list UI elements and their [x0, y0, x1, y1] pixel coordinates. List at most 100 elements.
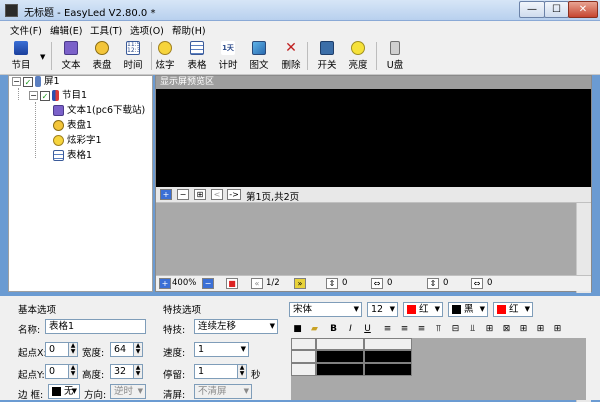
- x-spinner[interactable]: ▲ ▼: [69, 342, 78, 357]
- y-spinner[interactable]: ▲ ▼: [69, 364, 78, 379]
- maximize-button[interactable]: ☐: [544, 1, 569, 18]
- tree-node-table[interactable]: 表格1: [53, 149, 92, 163]
- toolbar-dial-button[interactable]: 表盘: [87, 39, 117, 73]
- minimize-button[interactable]: —: [519, 1, 545, 18]
- table-row-header[interactable]: [291, 350, 316, 363]
- stay-spinner[interactable]: ▲ ▼: [238, 364, 247, 379]
- toolbar-flash-text-button[interactable]: 炫字: [150, 39, 180, 73]
- toolbar-program-button[interactable]: 节目: [6, 39, 36, 73]
- stop-icon[interactable]: ■: [226, 278, 238, 289]
- align-icon[interactable]: ⇕: [427, 278, 439, 289]
- name-input[interactable]: 表格1: [45, 319, 146, 334]
- italic-button[interactable]: I: [344, 323, 357, 336]
- effect-select[interactable]: 连续左移 ▼: [194, 319, 278, 334]
- page-grid-button[interactable]: ⊞: [194, 189, 206, 200]
- menu-options[interactable]: 选项(O): [130, 23, 164, 37]
- table-col-header[interactable]: [316, 338, 364, 350]
- led-screen-preview[interactable]: [156, 89, 591, 187]
- checkbox[interactable]: ✓: [40, 90, 50, 101]
- valign-bottom-icon[interactable]: ⫫: [466, 323, 479, 336]
- checkbox[interactable]: ✓: [23, 76, 33, 87]
- title-bar: 无标题 - EasyLed V2.80.0 * — ☐ ✕: [0, 0, 600, 21]
- align-icon[interactable]: ⇕: [326, 278, 338, 289]
- smiley-icon: [53, 135, 64, 146]
- speed-select[interactable]: 1 ▼: [194, 342, 249, 357]
- collapse-toggle-icon[interactable]: −: [29, 91, 38, 100]
- border-color-select[interactable]: 红 ▼: [493, 302, 533, 317]
- speed-label: 速度:: [163, 348, 186, 359]
- table-cell[interactable]: [364, 363, 412, 376]
- toolbar-usb-button[interactable]: U盘: [380, 39, 410, 73]
- align-right-icon[interactable]: ≡: [415, 323, 428, 336]
- table-cell[interactable]: [316, 363, 364, 376]
- border-select[interactable]: 无 ▼: [48, 384, 80, 399]
- valign-top-icon[interactable]: ⫪: [432, 323, 445, 336]
- zoom-out-icon[interactable]: −: [202, 278, 214, 289]
- align-icon[interactable]: ⇔: [371, 278, 383, 289]
- program-dropdown-arrow-icon[interactable]: ▼: [40, 53, 45, 61]
- width-spinner[interactable]: ▲ ▼: [134, 342, 143, 357]
- menu-edit[interactable]: 编辑(E): [50, 23, 82, 37]
- next-page-icon[interactable]: »: [294, 278, 306, 289]
- bg-color-select[interactable]: 黑 ▼: [448, 302, 488, 317]
- dropdown-arrow-icon: ▼: [269, 322, 275, 330]
- bold-button[interactable]: B: [327, 323, 340, 336]
- direction-label: 方向:: [84, 390, 107, 401]
- table-row-header[interactable]: [291, 363, 316, 376]
- toolbar-image-text-button[interactable]: 图文: [244, 39, 274, 73]
- height-spinner[interactable]: ▲ ▼: [134, 364, 143, 379]
- table-col-header[interactable]: [364, 338, 412, 350]
- toolbar-text-button[interactable]: 文本: [56, 39, 86, 73]
- tree-node-dial[interactable]: 表盘1: [53, 119, 92, 133]
- name-label: 名称:: [18, 325, 41, 336]
- toolbar-brightness-button[interactable]: 亮度: [343, 39, 373, 73]
- power-icon: [320, 41, 334, 55]
- font-select[interactable]: 宋体 ▼: [289, 302, 362, 317]
- x-input[interactable]: 0: [45, 342, 69, 357]
- split-cells-icon[interactable]: ⊠: [500, 323, 513, 336]
- toolbar-power-button[interactable]: 开关: [312, 39, 342, 73]
- underline-button[interactable]: U: [361, 323, 374, 336]
- toolbar-time-button[interactable]: 11:5 12:3 时间: [118, 39, 148, 73]
- first-page-icon[interactable]: «: [251, 278, 263, 289]
- toolbar-delete-button[interactable]: ✕ 删除: [276, 39, 306, 73]
- align-center-icon[interactable]: ≡: [398, 323, 411, 336]
- menu-file[interactable]: 文件(F): [10, 23, 42, 37]
- tree-line: [18, 88, 19, 100]
- merge-cells-icon[interactable]: ⊞: [483, 323, 496, 336]
- stay-input[interactable]: 1: [194, 364, 238, 379]
- direction-select[interactable]: 逆时 ▼: [110, 384, 146, 399]
- remove-page-button[interactable]: −: [177, 189, 189, 200]
- align-left-icon[interactable]: ≡: [381, 323, 394, 336]
- tree-node-text[interactable]: 文本1(pc6下载站): [53, 104, 145, 118]
- open-folder-icon[interactable]: ▰: [308, 323, 321, 336]
- y-input[interactable]: 0: [45, 364, 69, 379]
- tree-node-flash-text[interactable]: 炫彩字1: [53, 134, 102, 148]
- insert-row-icon[interactable]: ⊞: [517, 323, 530, 336]
- close-button[interactable]: ✕: [568, 1, 598, 18]
- text-color-select[interactable]: 红 ▼: [403, 302, 443, 317]
- valign-middle-icon[interactable]: ⊟: [449, 323, 462, 336]
- table-cell[interactable]: [316, 350, 364, 363]
- clear-select[interactable]: 不清屏 ▼: [194, 384, 252, 399]
- width-input[interactable]: 64: [110, 342, 134, 357]
- tree-node-program[interactable]: − ✓ 节目1: [29, 89, 87, 103]
- table-cell[interactable]: [364, 350, 412, 363]
- next-page-button[interactable]: ->: [227, 189, 241, 200]
- toolbar-timer-button[interactable]: 1天 计时: [213, 39, 243, 73]
- tree-node-screen[interactable]: − ✓ 屏1: [12, 75, 60, 89]
- save-icon[interactable]: ■: [291, 323, 304, 336]
- prev-page-button[interactable]: <: [211, 189, 223, 200]
- menu-tools[interactable]: 工具(T): [90, 23, 122, 37]
- height-input[interactable]: 32: [110, 364, 134, 379]
- font-size-select[interactable]: 12 ▼: [367, 302, 398, 317]
- add-page-button[interactable]: +: [160, 189, 172, 200]
- collapse-toggle-icon[interactable]: −: [12, 77, 21, 86]
- toolbar-table-button[interactable]: 表格: [182, 39, 212, 73]
- insert-col-icon[interactable]: ⊞: [534, 323, 547, 336]
- menu-help[interactable]: 帮助(H): [172, 23, 206, 37]
- align-icon[interactable]: ⇔: [471, 278, 483, 289]
- screen-icon: [35, 76, 41, 87]
- zoom-in-icon[interactable]: +: [159, 278, 171, 289]
- table-settings-icon[interactable]: ⊞: [551, 323, 564, 336]
